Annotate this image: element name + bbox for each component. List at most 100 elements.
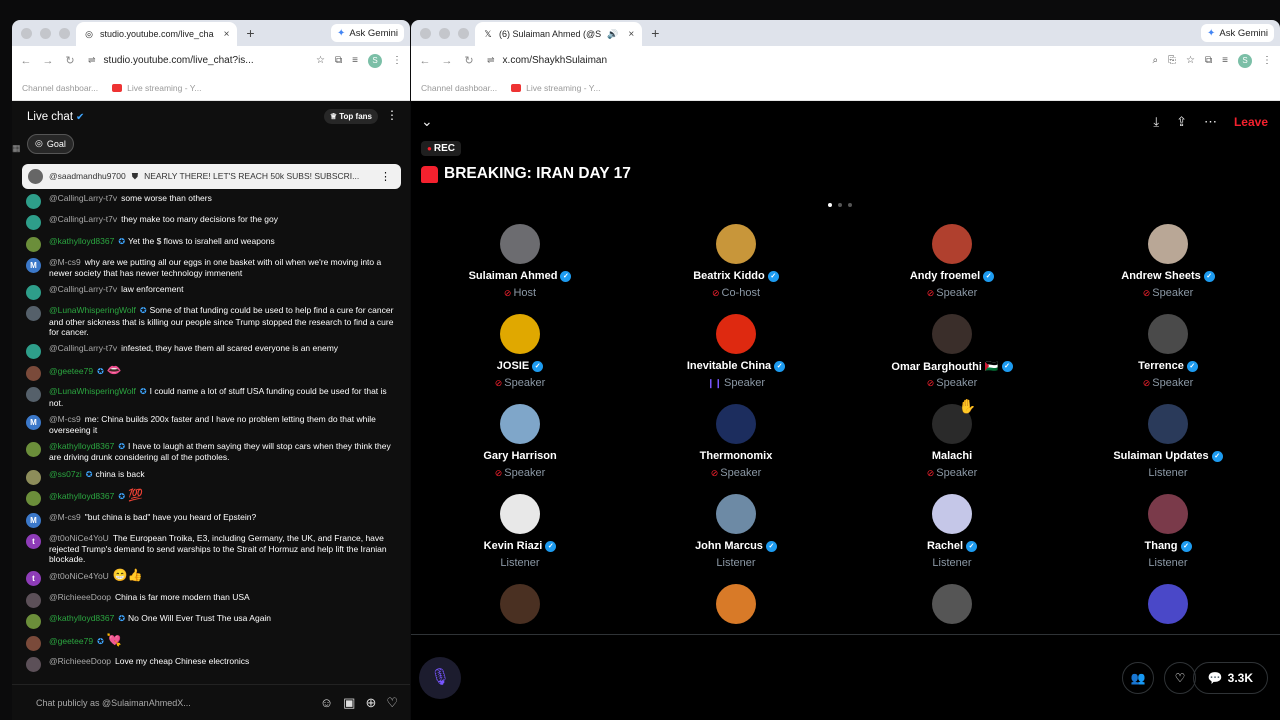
chat-message[interactable]: @LunaWhisperingWolf ✪ Some of that funding… xyxy=(26,305,400,338)
window-controls[interactable] xyxy=(411,27,475,39)
close-tab-icon[interactable]: × xyxy=(628,29,634,40)
bookmark-live-streaming[interactable]: Live streaming - Y... xyxy=(112,83,201,93)
participant[interactable]: Beatrix Kiddo ✓ ⊘ Co-host xyxy=(636,224,836,301)
more-options-icon[interactable]: ⋮ xyxy=(386,108,398,122)
reload-icon[interactable]: ↻ xyxy=(463,54,475,67)
chat-message[interactable]: @CallingLarry-t7v they make too many deci… xyxy=(26,214,400,230)
pinned-message[interactable]: @saadmandhu9700 ⛊ NEARLY THERE! LET'S RE… xyxy=(22,163,401,189)
chat-message[interactable]: @kathylloyd8367 ✪ 💯 xyxy=(26,489,400,507)
chat-message[interactable]: @CallingLarry-t7v some worse than others xyxy=(26,193,400,209)
participant[interactable]: Sulaiman Ahmed ✓ ⊘ Host xyxy=(420,224,620,301)
share-icon[interactable]: ⇪ xyxy=(1176,114,1187,130)
participant[interactable] xyxy=(636,584,836,629)
participant[interactable]: Gary Harrison ⊘ Speaker xyxy=(420,404,620,481)
message-author[interactable]: @kathylloyd8367 xyxy=(49,491,114,501)
site-info-icon[interactable]: ⇌ xyxy=(88,55,96,66)
chat-message[interactable]: @RichieeeDoop Love my cheap Chinese elect… xyxy=(26,656,400,673)
bookmark-star-icon[interactable]: ☆ xyxy=(1186,55,1195,66)
message-author[interactable]: @geetee79 xyxy=(49,366,93,376)
message-author[interactable]: @M-cs9 xyxy=(49,257,81,267)
profile-avatar[interactable]: S xyxy=(1238,53,1252,68)
chat-message[interactable]: M @M-cs9 why are we putting all our eggs i… xyxy=(26,257,400,278)
chat-message[interactable]: @CallingLarry-t7v infested, they have the… xyxy=(26,343,400,360)
chat-message[interactable]: t @t0oNiCe4YoU 😁👍 xyxy=(26,569,400,587)
chat-message[interactable]: @CallingLarry-t7v law enforcement xyxy=(26,284,400,300)
bookmark-channel-dashboard[interactable]: ▦Channel dashboar... xyxy=(12,83,98,154)
chat-title[interactable]: Live chat xyxy=(27,111,73,123)
chat-message[interactable]: @kathylloyd8367 ✪ Yet the $ flows to israh… xyxy=(26,236,400,252)
site-info-icon[interactable]: ⇌ xyxy=(487,55,495,66)
tab-search-icon[interactable]: ⧉ xyxy=(335,55,342,66)
participant[interactable]: Thermonomix ⊘ Speaker xyxy=(636,404,836,481)
chat-message[interactable]: @ss07zi ✪ china is back xyxy=(26,469,400,485)
top-fans-button[interactable]: ♕ Top fans xyxy=(323,109,378,124)
participant[interactable]: Omar Barghouthi 🇵🇸 ✓ ⊘ Speaker xyxy=(852,314,1052,391)
message-author[interactable]: @ss07zi xyxy=(49,469,82,479)
message-author[interactable]: @kathylloyd8367 xyxy=(49,236,114,246)
emoji-icon[interactable]: ☺ xyxy=(320,695,333,710)
new-tab-button[interactable]: + xyxy=(246,25,254,41)
reload-icon[interactable]: ↻ xyxy=(64,54,76,67)
message-author[interactable]: @M-cs9 xyxy=(49,414,81,424)
message-author[interactable]: @RichieeeDoop xyxy=(49,592,111,602)
message-author[interactable]: @RichieeeDoop xyxy=(49,656,111,666)
bookmark-channel-dashboard[interactable]: ▦Channel dashboar... xyxy=(411,83,497,154)
participant[interactable]: Andrew Sheets ✓ ⊘ Speaker xyxy=(1068,224,1268,301)
back-icon[interactable]: ← xyxy=(419,55,431,67)
participant[interactable] xyxy=(852,584,1052,629)
tab-search-icon[interactable]: ⧉ xyxy=(1205,55,1212,66)
heart-icon[interactable]: ♡ xyxy=(386,695,398,711)
microphone-button[interactable]: 🎙 xyxy=(419,657,461,699)
message-author[interactable]: @geetee79 xyxy=(49,636,93,646)
leave-button[interactable]: Leave xyxy=(1234,115,1268,129)
bookmark-live-streaming[interactable]: Live streaming - Y... xyxy=(511,83,600,93)
profile-avatar[interactable]: S xyxy=(368,53,382,68)
forward-icon[interactable]: → xyxy=(42,55,54,67)
participant[interactable]: Terrence ✓ ⊘ Speaker xyxy=(1068,314,1268,391)
window-controls[interactable] xyxy=(12,27,76,39)
message-author[interactable]: @CallingLarry-t7v xyxy=(49,214,117,224)
close-tab-icon[interactable]: × xyxy=(224,29,230,40)
dock-icon[interactable]: ⤓ xyxy=(1153,114,1159,130)
chat-message[interactable]: @LunaWhisperingWolf ✪ I could name a lot o… xyxy=(26,386,400,408)
chat-message[interactable]: M @M-cs9 "but china is bad" have you heard… xyxy=(26,512,400,528)
chat-message[interactable]: @geetee79 ✪ 💘 xyxy=(26,634,400,651)
ask-gemini-button[interactable]: ✦ Ask Gemini xyxy=(331,24,404,42)
message-author[interactable]: @t0oNiCe4YoU xyxy=(49,571,109,581)
super-chat-icon[interactable]: ▣ xyxy=(343,695,355,711)
chat-message[interactable]: @geetee79 ✪ 👄 xyxy=(26,364,400,381)
browser-tab[interactable]: 𝕏 (6) Sulaiman Ahmed (@S 🔊 × xyxy=(475,22,643,46)
participant[interactable] xyxy=(1068,584,1268,629)
zoom-icon[interactable]: ⌕ xyxy=(1152,55,1158,66)
participant[interactable]: Thang ✓ Listener xyxy=(1068,494,1268,571)
participant[interactable] xyxy=(420,584,620,629)
participant[interactable]: Sulaiman Updates ✓ Listener xyxy=(1068,404,1268,481)
pinned-more-icon[interactable]: ⋮ xyxy=(380,170,391,183)
reactions-button[interactable]: ♡ xyxy=(1164,662,1196,694)
more-icon[interactable]: ⋯ xyxy=(1204,114,1217,130)
reading-list-icon[interactable]: ≡ xyxy=(352,55,358,66)
message-author[interactable]: @kathylloyd8367 xyxy=(49,441,114,451)
participant[interactable]: JOSIE ✓ ⊘ Speaker xyxy=(420,314,620,391)
browser-tab[interactable]: ◎ studio.youtube.com/live_cha × xyxy=(76,22,238,46)
reading-list-icon[interactable]: ≡ xyxy=(1222,55,1228,66)
participant[interactable]: Kevin Riazi ✓ Listener xyxy=(420,494,620,571)
install-icon[interactable]: ⎘ xyxy=(1168,55,1176,66)
new-tab-button[interactable]: + xyxy=(651,25,659,41)
page-indicator[interactable] xyxy=(828,203,852,207)
address-bar[interactable]: ⇌ studio.youtube.com/live_chat?is... xyxy=(86,55,306,66)
participant[interactable]: John Marcus ✓ Listener xyxy=(636,494,836,571)
message-author[interactable]: @LunaWhisperingWolf xyxy=(49,305,136,315)
participant[interactable]: Rachel ✓ Listener xyxy=(852,494,1052,571)
comments-button[interactable]: 💬 3.3K xyxy=(1192,662,1268,694)
message-author[interactable]: @CallingLarry-t7v xyxy=(49,284,117,294)
people-button[interactable]: 👥 xyxy=(1122,662,1154,694)
chat-message[interactable]: @RichieeeDoop China is far more modern th… xyxy=(26,592,400,608)
add-icon[interactable]: ⊕ xyxy=(365,695,376,711)
menu-icon[interactable]: ⋮ xyxy=(1262,55,1272,66)
chat-message[interactable]: t @t0oNiCe4YoU The European Troika, E3, in… xyxy=(26,533,400,565)
forward-icon[interactable]: → xyxy=(441,55,453,67)
chat-message[interactable]: @kathylloyd8367 ✪ I have to laugh at them … xyxy=(26,441,400,463)
message-author[interactable]: @LunaWhisperingWolf xyxy=(49,386,136,396)
chat-message[interactable]: M @M-cs9 me: China builds 200x faster and … xyxy=(26,414,400,435)
